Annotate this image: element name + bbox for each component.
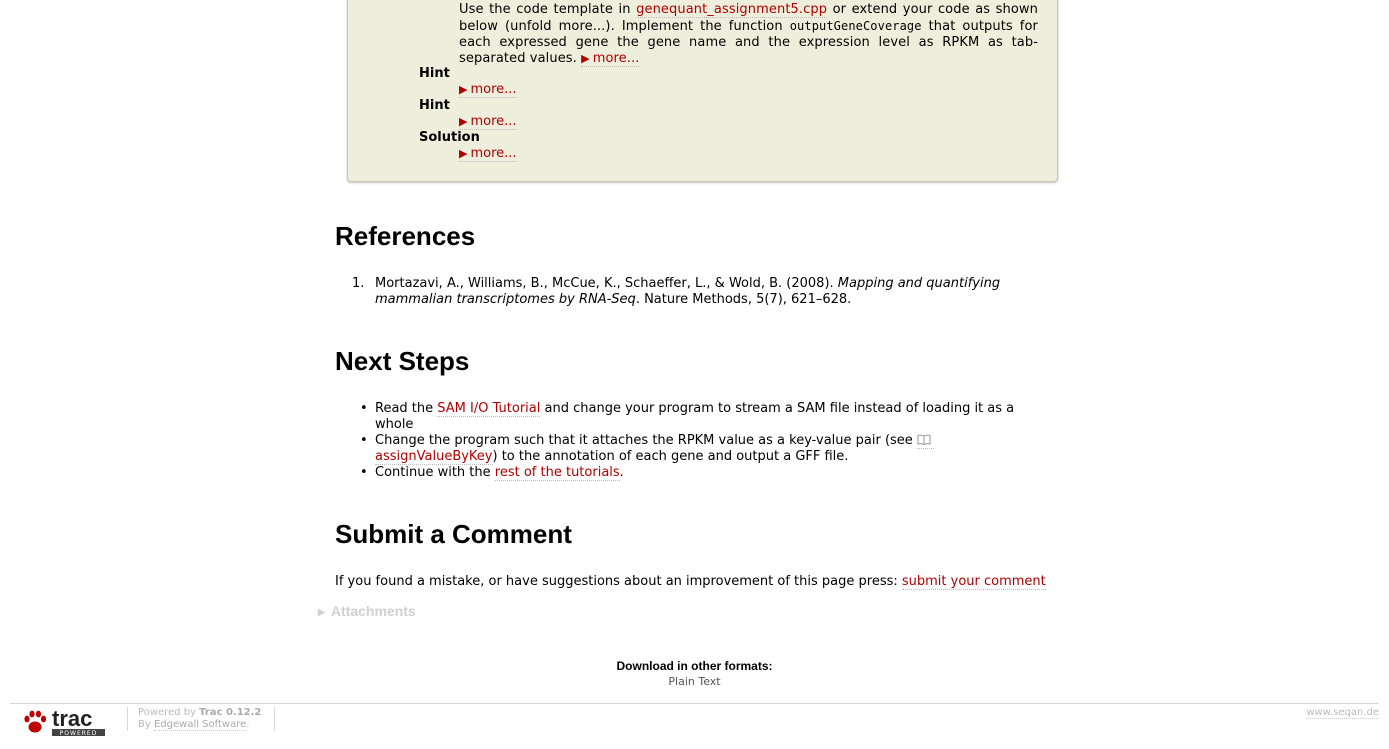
- references-heading: References: [335, 221, 476, 251]
- template-link[interactable]: genequant_assignment5.cpp: [636, 2, 828, 18]
- triangle-right-icon: ▶: [581, 52, 590, 65]
- solution-more-toggle[interactable]: ▶ more...: [459, 146, 517, 162]
- function-name: outputGeneCoverage: [789, 19, 922, 33]
- powered-by: Powered by Trac 0.12.2 By Edgewall Softw…: [138, 707, 262, 731]
- assignment-description: Use the code template in genequant_assig…: [459, 2, 1038, 67]
- footer-divider: [10, 703, 1379, 704]
- reference-number: 1.: [352, 276, 365, 291]
- hint2-more-toggle[interactable]: ▶ more...: [459, 114, 517, 130]
- triangle-right-icon: ▶: [459, 83, 468, 96]
- assignment-box: Use the code template in genequant_assig…: [347, 0, 1058, 182]
- assignment-text: Use the code template in: [459, 2, 637, 17]
- hint-label: Hint: [419, 66, 450, 81]
- footer-separator: [274, 707, 275, 731]
- trac-version-link[interactable]: Trac 0.12.2: [199, 707, 261, 718]
- edgewall-link[interactable]: Edgewall Software: [153, 719, 247, 731]
- footer-separator: [127, 707, 128, 731]
- solution-label: Solution: [419, 130, 480, 145]
- next-step-item: Continue with the rest of the tutorials.: [375, 465, 624, 481]
- submit-comment-heading: Submit a Comment: [335, 519, 572, 549]
- download-formats-title: Download in other formats:: [616, 659, 773, 673]
- logo-sub: POWERED: [60, 730, 98, 737]
- sam-io-tutorial-link[interactable]: SAM I/O Tutorial: [437, 401, 541, 417]
- download-plain-text: Plain Text: [0, 675, 1389, 688]
- triangle-right-icon: ▶: [459, 115, 468, 128]
- comment-paragraph: If you found a mistake, or have suggesti…: [335, 574, 1046, 590]
- bullet: •: [360, 465, 368, 480]
- hint1-more-toggle[interactable]: ▶ more...: [459, 82, 517, 98]
- attachments-toggle[interactable]: ▶ Attachments: [318, 603, 416, 619]
- triangle-right-icon: ▶: [459, 147, 468, 160]
- next-steps-heading: Next Steps: [335, 346, 470, 376]
- logo-text: trac: [52, 706, 92, 731]
- next-step-item: Read the SAM I/O Tutorial and change you…: [375, 401, 1015, 432]
- trac-logo[interactable]: trac POWERED: [22, 706, 108, 738]
- hint-label: Hint: [419, 98, 450, 113]
- book-icon: [917, 434, 931, 445]
- bullet: •: [360, 401, 368, 416]
- more-toggle[interactable]: ▶ more...: [581, 51, 640, 67]
- rest-of-tutorials-link[interactable]: rest of the tutorials: [494, 465, 620, 481]
- triangle-right-icon: ▶: [318, 607, 325, 617]
- paw-icon: [24, 710, 47, 733]
- bullet: •: [360, 433, 368, 448]
- site-link[interactable]: www.seqan.de: [1306, 707, 1379, 719]
- plain-text-link[interactable]: Plain Text: [668, 675, 720, 688]
- submit-comment-link[interactable]: submit your comment: [901, 574, 1046, 590]
- next-step-item: Change the program such that it attaches…: [375, 433, 945, 465]
- reference-item: Mortazavi, A., Williams, B., McCue, K., …: [375, 276, 1001, 307]
